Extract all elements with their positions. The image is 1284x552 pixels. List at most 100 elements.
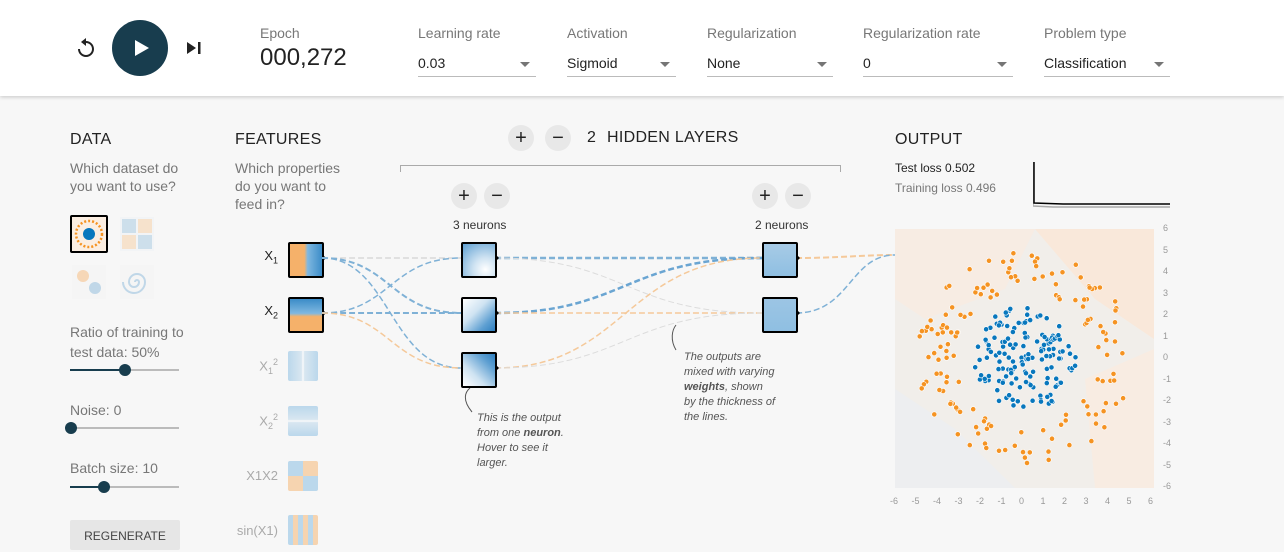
- data-point: [1041, 334, 1048, 340]
- data-point: [936, 387, 943, 393]
- data-point: [966, 442, 973, 448]
- data-point: [943, 354, 950, 361]
- data-point: [1008, 370, 1015, 376]
- data-point: [982, 336, 989, 343]
- data-point: [1066, 442, 1073, 448]
- test-loss-curve: [1033, 162, 1170, 205]
- data-point: [1031, 276, 1038, 282]
- data-point: [1006, 265, 1013, 272]
- data-point: [948, 329, 955, 336]
- data-point: [1025, 356, 1032, 362]
- test-loss-label: Test loss: [895, 161, 942, 175]
- data-point: [1062, 417, 1069, 424]
- data-point: [1080, 303, 1086, 310]
- data-point: [1119, 350, 1126, 357]
- hidden-node-1-3[interactable]: [461, 352, 497, 388]
- data-point: [1045, 448, 1052, 455]
- hidden-node-1-1[interactable]: [461, 242, 497, 278]
- data-point: [957, 408, 963, 415]
- data-point: [937, 343, 944, 350]
- data-point: [989, 288, 996, 294]
- weights-note-line3: weights, shown: [684, 380, 775, 395]
- data-point: [1102, 400, 1109, 406]
- x-tick: 6: [1148, 496, 1154, 506]
- data-point: [1072, 261, 1079, 268]
- hidden-node-2-2[interactable]: [762, 297, 798, 333]
- x-tick: 0: [1019, 496, 1025, 506]
- link-h1b-h2a: [494, 256, 763, 315]
- data-point: [939, 329, 946, 336]
- data-point: [1002, 309, 1009, 316]
- data-point: [954, 329, 961, 336]
- data-point: [1110, 370, 1117, 377]
- data-point: [1056, 323, 1063, 330]
- data-point: [1096, 284, 1103, 291]
- data-point: [999, 379, 1006, 386]
- data-point: [1018, 429, 1025, 436]
- data-point: [1052, 281, 1059, 288]
- weights-note-line5: the lines.: [684, 411, 729, 423]
- data-point: [1022, 334, 1029, 341]
- x-tick: 5: [1126, 496, 1132, 506]
- data-point: [1081, 296, 1088, 303]
- data-point: [1013, 375, 1020, 382]
- data-point: [1017, 384, 1023, 391]
- data-point: [970, 406, 977, 413]
- data-point: [1027, 373, 1034, 380]
- data-point: [1104, 352, 1110, 358]
- data-point: [1058, 421, 1064, 428]
- data-point: [1120, 395, 1126, 402]
- data-point: [1027, 317, 1034, 323]
- y-tick: 4: [1163, 266, 1169, 276]
- data-point: [955, 378, 962, 385]
- data-point: [1006, 392, 1012, 399]
- data-point: [977, 291, 984, 298]
- data-point: [1024, 311, 1031, 318]
- data-point: [945, 341, 951, 348]
- data-point: [1030, 368, 1036, 375]
- data-point: [973, 424, 979, 430]
- neuron-note-line2: from one neuron.: [477, 427, 564, 439]
- hidden-node-1-2[interactable]: [461, 297, 497, 333]
- data-point: [1007, 341, 1013, 348]
- data-point: [1100, 408, 1107, 415]
- y-tick: 3: [1163, 287, 1169, 298]
- test-loss-value: 0.502: [945, 161, 976, 175]
- data-point: [986, 257, 992, 264]
- data-point: [1094, 376, 1101, 383]
- weights-note-bold: weights: [684, 381, 725, 393]
- data-point: [1005, 354, 1012, 361]
- data-point: [988, 423, 994, 429]
- link-h2b-out: [795, 254, 896, 314]
- data-point: [1112, 298, 1119, 305]
- x-tick: -4: [933, 496, 942, 506]
- weights-note-line1: The outputs are: [684, 351, 762, 363]
- data-point: [1010, 250, 1017, 257]
- data-point: [1024, 305, 1031, 312]
- data-point: [1011, 442, 1018, 449]
- data-point: [1048, 398, 1055, 404]
- data-point: [1010, 402, 1017, 409]
- data-point: [984, 354, 990, 361]
- weights-note-line3-text: , shown: [724, 381, 763, 393]
- data-point: [1034, 338, 1040, 345]
- data-point: [1085, 411, 1092, 418]
- data-point: [1038, 398, 1044, 405]
- data-point: [1040, 427, 1047, 434]
- data-point: [957, 312, 964, 318]
- data-point: [1043, 380, 1050, 386]
- weights-note-line4: by the thickness of: [684, 396, 776, 408]
- data-point: [1103, 337, 1110, 343]
- data-point: [1010, 329, 1016, 335]
- data-point: [991, 334, 998, 341]
- data-point: [950, 352, 957, 359]
- data-point: [988, 349, 994, 355]
- data-point: [996, 322, 1002, 329]
- data-point: [1014, 398, 1021, 405]
- x-tick: 1: [1040, 496, 1046, 506]
- neuron-note-arrow: [464, 387, 473, 413]
- data-point: [918, 385, 925, 392]
- hidden-node-2-1[interactable]: [762, 242, 798, 278]
- data-point: [976, 356, 983, 363]
- data-point: [1072, 362, 1078, 369]
